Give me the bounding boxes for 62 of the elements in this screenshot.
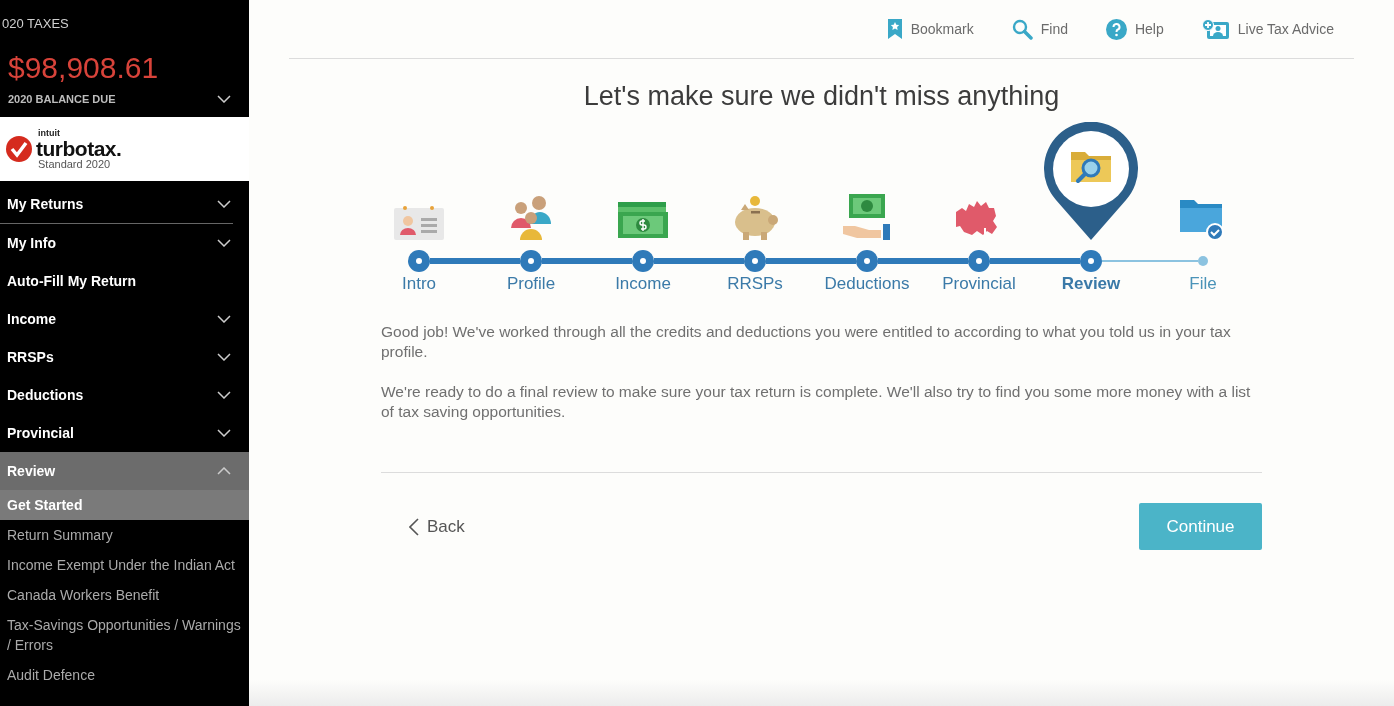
money-icon <box>618 202 668 240</box>
step-label[interactable]: File <box>1189 274 1217 294</box>
logo-parent-brand: intuit <box>38 128 61 138</box>
step-label[interactable]: Profile <box>506 274 556 294</box>
step-marker <box>520 250 542 272</box>
nav-subitem[interactable]: Return Summary <box>0 520 249 550</box>
nav-item[interactable]: Income <box>0 300 249 338</box>
id-card-icon <box>394 206 444 240</box>
nav-item[interactable]: Deductions <box>0 376 249 414</box>
chevron-left-icon <box>409 517 419 536</box>
logo-brand: turbotax. <box>36 137 122 159</box>
check-logo-icon <box>6 136 32 162</box>
bookmark-icon <box>886 19 903 39</box>
step-label[interactable]: Intro <box>402 274 436 294</box>
step-marker <box>744 250 766 272</box>
tax-year-title: 020 TAXES <box>2 16 70 31</box>
advisor-video-icon <box>1201 18 1230 40</box>
toolbar-button[interactable]: Live Tax Advice <box>1201 18 1334 40</box>
balance-label: 2020 BALANCE DUE <box>8 93 116 105</box>
step-label[interactable]: RRSPs <box>727 274 783 294</box>
nav-item[interactable]: Provincial <box>0 414 249 452</box>
step-label[interactable]: Income <box>615 274 671 294</box>
nav-item[interactable]: My Returns <box>0 185 249 223</box>
chevron-down-icon <box>217 95 231 103</box>
step-marker <box>968 250 990 272</box>
nav-subitem[interactable]: Get Started <box>0 490 249 520</box>
location-pin-icon <box>1044 122 1138 240</box>
nav-item[interactable]: My Info <box>0 224 249 262</box>
step-marker <box>632 250 654 272</box>
nav-subitem[interactable]: Tax-Savings Opportunities / Warnings / Errors <box>0 610 249 660</box>
body-paragraph: Good job! We've worked through all the credits and deductions you were entitled to according to what you told us in your tax profile. <box>381 322 1232 362</box>
step-marker <box>856 250 878 272</box>
nav-item[interactable]: Review <box>0 452 249 490</box>
step-marker <box>1080 250 1102 272</box>
product-edition: Standard 2020 <box>38 158 112 170</box>
chevron-down-icon <box>217 239 231 247</box>
toolbar-button[interactable]: Bookmark <box>886 19 974 39</box>
step-label[interactable]: Review <box>1061 274 1121 294</box>
chevron-down-icon <box>217 429 231 437</box>
nav-item[interactable]: Auto-Fill My Return <box>0 262 249 300</box>
toolbar-button[interactable]: Find <box>1011 18 1068 40</box>
body-paragraph: We're ready to do a final review to make sure your tax return is complete. We'll also try to find you some more money with a list of tax saving opportunities. <box>381 382 1252 422</box>
step-label[interactable]: Provincial <box>942 274 1016 294</box>
help-icon <box>1105 18 1127 40</box>
search-icon <box>1011 18 1033 40</box>
nav-subitem[interactable]: Canada Workers Benefit <box>0 580 249 610</box>
chevron-down-icon <box>217 315 231 323</box>
nav-item[interactable]: RRSPs <box>0 338 249 376</box>
nav-subitem[interactable]: Income Exempt Under the Indian Act <box>0 550 249 580</box>
toolbar-button[interactable]: Help <box>1105 18 1164 40</box>
nav-subitem[interactable]: Audit Defence <box>0 660 249 690</box>
page-title: Let's make sure we didn't miss anything <box>582 81 1061 112</box>
back-button[interactable]: Back <box>381 516 465 537</box>
money-in-hand-icon <box>843 194 891 240</box>
chevron-up-icon <box>217 467 231 475</box>
balance-amount: $98,908.61 <box>8 51 160 85</box>
chevron-down-icon <box>217 353 231 361</box>
step-marker <box>408 250 430 272</box>
chevron-down-icon <box>217 391 231 399</box>
step-label[interactable]: Deductions <box>824 274 910 294</box>
step-marker <box>1198 256 1208 266</box>
chevron-down-icon <box>217 200 231 208</box>
